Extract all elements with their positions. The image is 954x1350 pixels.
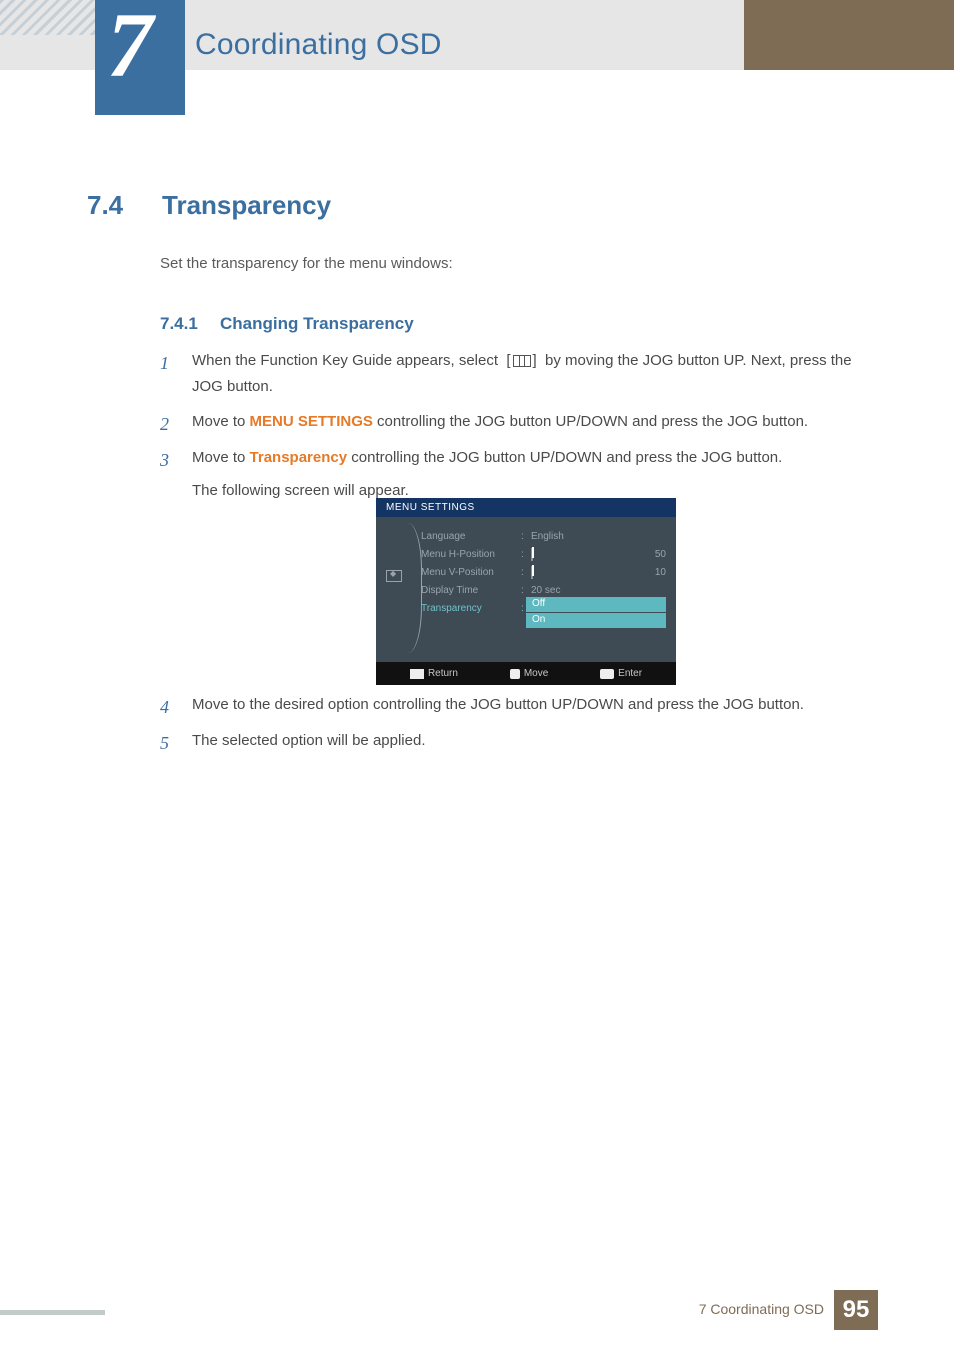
step-number: 5: [160, 728, 169, 759]
osd-curve-decoration: [408, 523, 422, 653]
chapter-number: 7: [107, 0, 153, 98]
step-4: 4 Move to the desired option controlling…: [160, 692, 875, 718]
step-text: Move to: [192, 413, 245, 430]
step-text: controlling the JOG button UP/DOWN and p…: [351, 449, 782, 466]
step-text: Move to: [192, 449, 245, 466]
osd-footer: Return Move Enter: [376, 662, 676, 685]
step-number: 4: [160, 692, 169, 723]
step-1: 1 When the Function Key Guide appears, s…: [160, 348, 870, 399]
osd-label: Menu V-Position: [421, 567, 521, 578]
menu-icon: [513, 355, 531, 367]
enter-icon: [600, 669, 614, 679]
chapter-title: Coordinating OSD: [195, 28, 442, 62]
osd-label: Language: [421, 531, 521, 542]
osd-option-off: Off: [526, 597, 666, 612]
step-text: controlling the JOG button UP/DOWN and p…: [377, 413, 808, 430]
step-keyword: Transparency: [250, 449, 348, 466]
section-intro: Set the transparency for the menu window…: [160, 255, 453, 272]
move-icon: [510, 669, 520, 679]
osd-row-language: Language : English: [421, 527, 666, 545]
steps-list-continued: 4 Move to the desired option controlling…: [160, 692, 875, 763]
subsection-number: 7.4.1: [160, 314, 198, 334]
osd-label: Menu H-Position: [421, 549, 521, 560]
osd-hint-move: Move: [510, 668, 548, 679]
osd-row-vposition: Menu V-Position : 10: [421, 563, 666, 581]
header-hatch-decoration: [0, 0, 95, 35]
step-text: The selected option will be applied.: [192, 732, 425, 749]
footer-page-number: 95: [834, 1290, 878, 1330]
return-icon: [410, 669, 424, 679]
step-text: Move to the desired option controlling t…: [192, 696, 804, 713]
footer-rule: [0, 1310, 105, 1315]
osd-hint-return: Return: [410, 668, 458, 679]
step-text: The following screen will appear.: [192, 482, 409, 499]
step-2: 2 Move to MENU SETTINGS controlling the …: [160, 409, 870, 435]
osd-value: 10: [640, 567, 666, 578]
osd-screenshot: MENU SETTINGS Language : English Menu H-…: [376, 498, 676, 682]
osd-option-on: On: [526, 613, 666, 628]
step-number: 3: [160, 445, 169, 476]
osd-category-icon: [386, 570, 402, 582]
step-text: When the Function Key Guide appears, sel…: [192, 352, 498, 369]
osd-label: Display Time: [421, 585, 521, 596]
osd-value: 20 sec: [531, 585, 640, 596]
step-number: 2: [160, 409, 169, 440]
osd-dropdown: Off On: [526, 597, 666, 629]
step-number: 1: [160, 348, 169, 379]
osd-row-hposition: Menu H-Position : 50: [421, 545, 666, 563]
osd-body: Language : English Menu H-Position : 50 …: [376, 517, 676, 662]
section-number: 7.4: [87, 190, 123, 221]
header-strip-accent: [744, 0, 954, 70]
osd-value: English: [531, 531, 640, 542]
osd-value: 50: [640, 549, 666, 560]
step-5: 5 The selected option will be applied.: [160, 728, 875, 754]
osd-hint-enter: Enter: [600, 668, 642, 679]
steps-list: 1 When the Function Key Guide appears, s…: [160, 348, 870, 514]
osd-label: Transparency: [421, 603, 521, 614]
step-keyword: MENU SETTINGS: [250, 413, 373, 430]
osd-slider: [531, 566, 533, 579]
step-3: 3 Move to Transparency controlling the J…: [160, 445, 870, 504]
section-title: Transparency: [162, 190, 331, 221]
chapter-number-block: 7: [95, 0, 185, 115]
osd-header: MENU SETTINGS: [376, 498, 676, 517]
subsection-title: Changing Transparency: [220, 314, 414, 334]
footer-chapter-label: 7 Coordinating OSD: [699, 1301, 824, 1317]
osd-slider: [531, 548, 533, 561]
